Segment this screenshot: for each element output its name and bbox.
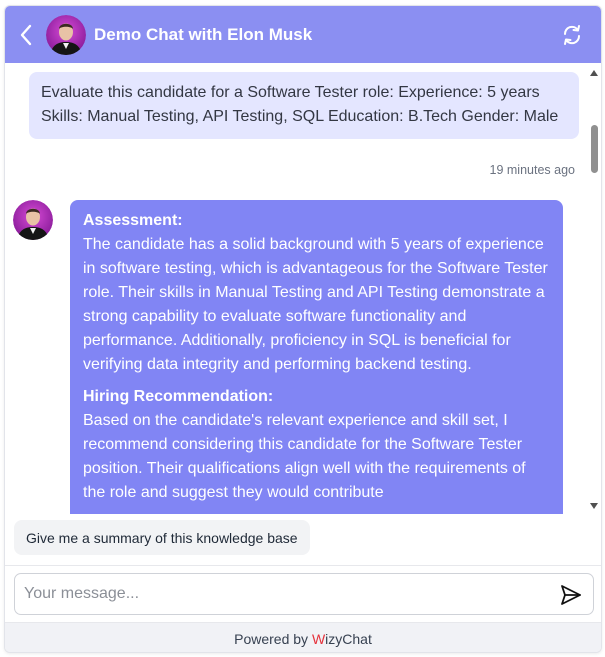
scroll-down-arrow-icon[interactable] [590,503,598,509]
send-button[interactable] [559,583,583,607]
powered-by-footer: Powered by WizyChat [5,622,601,652]
assessment-section: Assessment: The candidate has a solid ba… [83,209,550,377]
section-heading: Assessment: [83,212,183,229]
bot-avatar [13,200,53,240]
recommendation-section: Hiring Recommendation: Based on the cand… [83,385,550,505]
bot-message-bubble: Assessment: The candidate has a solid ba… [70,200,563,514]
user-message-bubble: Evaluate this candidate for a Software T… [29,72,579,139]
message-scrollbar[interactable] [587,63,601,514]
brand-initial: W [311,630,326,647]
send-icon [561,585,581,605]
back-button[interactable] [17,22,37,48]
scroll-thumb[interactable] [591,125,598,173]
chat-header: Demo Chat with Elon Musk [5,6,601,63]
avatar [46,15,86,55]
chevron-left-icon [20,24,32,46]
chat-title: Demo Chat with Elon Musk [94,25,313,44]
divider [5,565,601,566]
section-body: The candidate has a solid background wit… [83,236,548,373]
suggestion-chip[interactable]: Give me a summary of this knowledge base [14,520,310,555]
elon-avatar-image [46,15,86,55]
message-timestamp: 19 minutes ago [489,163,575,177]
brand-name[interactable]: izyChat [325,631,372,647]
scroll-up-arrow-icon[interactable] [590,70,598,76]
message-input[interactable] [24,582,544,606]
message-list[interactable]: Evaluate this candidate for a Software T… [5,63,601,514]
refresh-icon [563,25,581,45]
elon-avatar-image [13,200,53,240]
section-body: Based on the candidate's relevant experi… [83,412,526,501]
chat-widget: Demo Chat with Elon Musk Evaluate this c… [4,5,602,653]
message-composer [14,573,594,615]
section-heading: Hiring Recommendation: [83,388,274,405]
refresh-button[interactable] [560,22,584,48]
powered-by-label: Powered by [234,630,309,647]
